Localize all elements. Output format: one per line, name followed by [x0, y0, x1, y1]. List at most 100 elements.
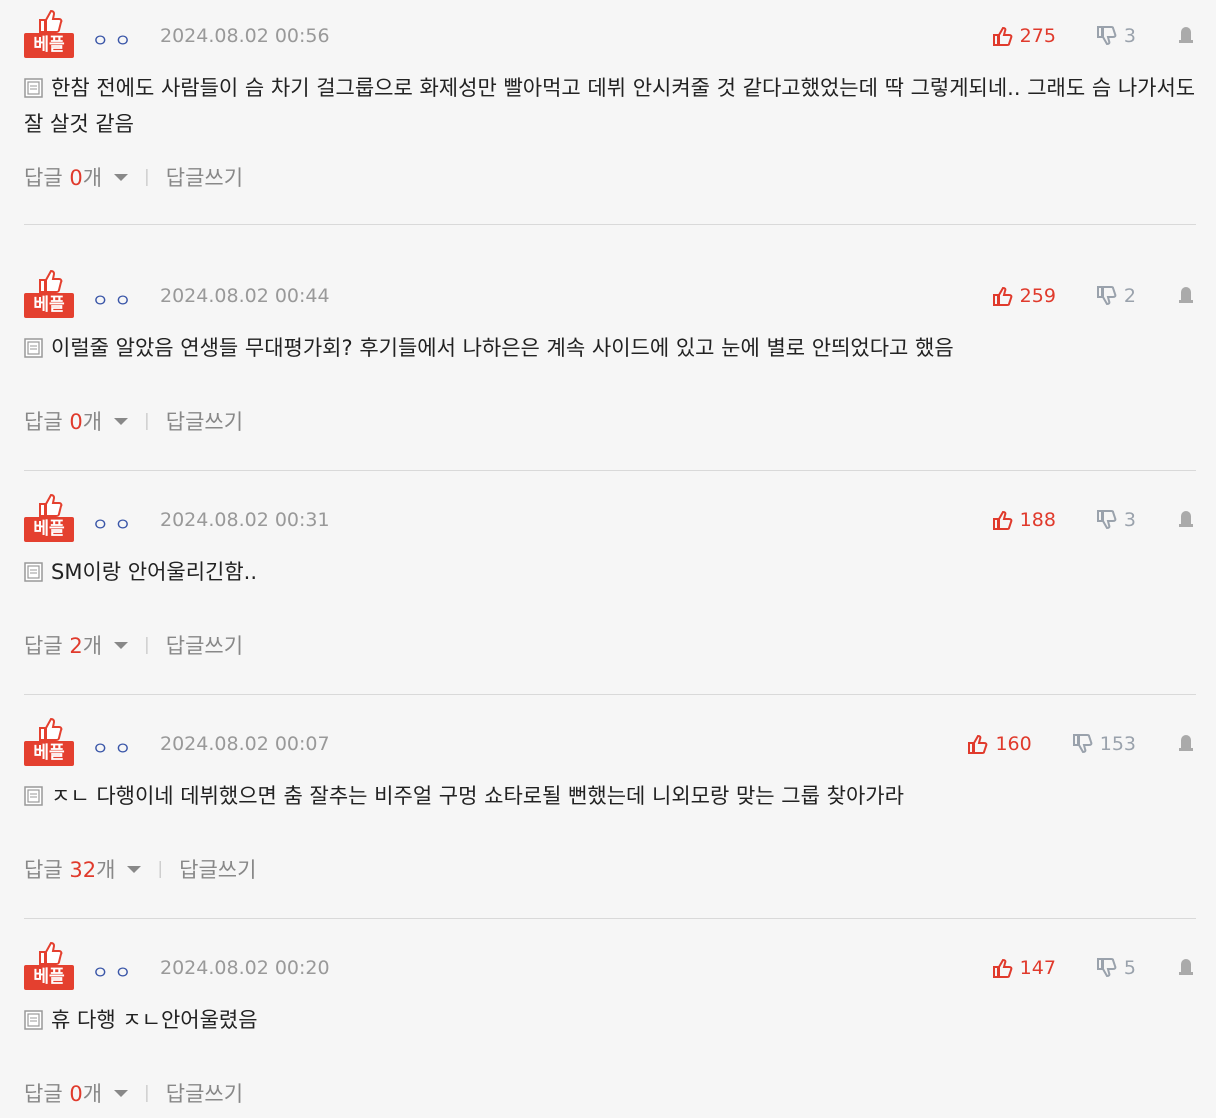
dislike-button[interactable]: 5 — [1096, 957, 1136, 979]
author-name[interactable]: ㅇㅇ — [92, 27, 137, 53]
write-reply-button[interactable]: 답글쓰기 — [166, 630, 243, 660]
reply-toggle[interactable]: 답글 2개 — [24, 630, 102, 660]
reply-bar: 답글 0개 | 답글쓰기 — [24, 406, 243, 436]
thumbs-up-icon — [39, 493, 63, 517]
reply-toggle[interactable]: 답글 0개 — [24, 406, 102, 436]
divider: | — [157, 859, 164, 879]
caret-down-icon[interactable] — [127, 865, 142, 873]
comment-item: 베플 ㅇㅇ 2024.08.02 00:56 275 3 한참 전에도 사람들이… — [24, 0, 1196, 225]
caret-down-icon[interactable] — [114, 417, 129, 425]
comment-text: 이럴줄 알았음 연생들 무대평가회? 후기들에서 나하은은 계속 사이드에 있고… — [51, 336, 954, 360]
write-reply-button[interactable]: 답글쓰기 — [166, 162, 243, 192]
report-icon[interactable] — [1176, 510, 1196, 530]
comment-text: SM이랑 안어울리긴함.. — [51, 560, 258, 584]
thumbs-up-icon — [39, 9, 63, 33]
best-reply-badge: 베플 — [24, 268, 74, 318]
dislike-icon — [1096, 286, 1117, 306]
vote-bar: 160 153 — [967, 732, 1196, 756]
like-count: 275 — [1019, 25, 1056, 47]
like-icon — [992, 510, 1013, 530]
reply-unit: 개 — [82, 1082, 103, 1106]
thumbs-up-icon — [39, 269, 63, 293]
best-reply-badge: 베플 — [24, 8, 74, 58]
comment-date: 2024.08.02 00:31 — [160, 509, 330, 531]
reply-bar: 답글 0개 | 답글쓰기 — [24, 1078, 243, 1108]
report-icon[interactable] — [1176, 286, 1196, 306]
badge-label: 베플 — [24, 741, 74, 766]
like-icon — [968, 734, 988, 754]
reply-unit: 개 — [82, 166, 103, 190]
like-button[interactable]: 188 — [992, 509, 1056, 531]
document-icon — [24, 562, 43, 582]
caret-down-icon[interactable] — [114, 173, 129, 181]
report-icon[interactable] — [1176, 958, 1196, 978]
reply-label: 답글 — [24, 166, 70, 190]
comment-body: SM이랑 안어울리긴함.. — [24, 554, 1196, 590]
dislike-button[interactable]: 3 — [1096, 509, 1136, 531]
like-icon — [992, 286, 1013, 306]
dislike-count: 3 — [1123, 25, 1136, 47]
caret-down-icon[interactable] — [114, 1089, 129, 1097]
author-name[interactable]: ㅇㅇ — [92, 511, 137, 537]
reply-bar: 답글 2개 | 답글쓰기 — [24, 630, 243, 660]
comment-body: 휴 다행 ㅈㄴ안어울렸음 — [24, 1002, 1196, 1038]
comment-date: 2024.08.02 00:20 — [160, 957, 330, 979]
write-reply-button[interactable]: 답글쓰기 — [166, 406, 243, 436]
badge-label: 베플 — [24, 517, 74, 542]
comment-item: 베플 ㅇㅇ 2024.08.02 00:20 147 5 휴 다행 ㅈㄴ안어울렸… — [24, 932, 1196, 1118]
like-count: 188 — [1019, 509, 1056, 531]
comment-item: 베플 ㅇㅇ 2024.08.02 00:44 259 2 이럴줄 알았음 연생들… — [24, 260, 1196, 471]
author-name[interactable]: ㅇㅇ — [92, 735, 137, 761]
vote-bar: 147 5 — [992, 956, 1196, 980]
thumbs-up-icon — [39, 717, 63, 741]
badge-label: 베플 — [24, 293, 74, 318]
report-icon[interactable] — [1176, 26, 1196, 46]
thumbs-up-icon — [39, 941, 63, 965]
reply-unit: 개 — [82, 410, 103, 434]
dislike-button[interactable]: 153 — [1072, 733, 1136, 755]
document-icon — [24, 78, 43, 98]
vote-bar: 259 2 — [992, 284, 1196, 308]
like-icon — [992, 26, 1013, 46]
dislike-button[interactable]: 2 — [1096, 285, 1136, 307]
reply-count: 32 — [69, 858, 97, 882]
author-name[interactable]: ㅇㅇ — [92, 959, 137, 985]
like-icon — [992, 958, 1013, 978]
like-count: 259 — [1019, 285, 1056, 307]
like-button[interactable]: 160 — [967, 733, 1032, 755]
comment-text: ㅈㄴ 다행이네 데뷔했으면 춤 잘추는 비주얼 구멍 쇼타로될 뻔했는데 니외모… — [51, 784, 904, 808]
like-button[interactable]: 259 — [992, 285, 1056, 307]
reply-label: 답글 — [24, 634, 70, 658]
write-reply-button[interactable]: 답글쓰기 — [179, 854, 256, 884]
dislike-button[interactable]: 3 — [1096, 25, 1136, 47]
divider: | — [144, 411, 150, 431]
reply-unit: 개 — [82, 634, 103, 658]
reply-count: 2 — [69, 634, 83, 658]
reply-bar: 답글 0개 | 답글쓰기 — [24, 162, 243, 192]
dislike-icon — [1096, 958, 1117, 978]
badge-label: 베플 — [24, 965, 74, 990]
report-icon[interactable] — [1176, 734, 1196, 754]
comment-list: 베플 ㅇㅇ 2024.08.02 00:56 275 3 한참 전에도 사람들이… — [0, 0, 1216, 1118]
author-name[interactable]: ㅇㅇ — [92, 287, 137, 313]
write-reply-button[interactable]: 답글쓰기 — [166, 1078, 243, 1108]
reply-toggle[interactable]: 답글 0개 — [24, 1078, 102, 1108]
best-reply-badge: 베플 — [24, 716, 74, 766]
reply-toggle[interactable]: 답글 32개 — [24, 854, 115, 884]
reply-toggle[interactable]: 답글 0개 — [24, 162, 102, 192]
vote-bar: 188 3 — [992, 508, 1196, 532]
reply-label: 답글 — [24, 1082, 70, 1106]
dislike-icon — [1096, 510, 1117, 530]
dislike-icon — [1096, 26, 1117, 46]
like-button[interactable]: 147 — [992, 957, 1056, 979]
comment-text: 휴 다행 ㅈㄴ안어울렸음 — [51, 1008, 258, 1032]
caret-down-icon[interactable] — [114, 641, 129, 649]
reply-label: 답글 — [24, 410, 70, 434]
like-button[interactable]: 275 — [992, 25, 1056, 47]
reply-count: 0 — [69, 410, 83, 434]
reply-bar: 답글 32개 | 답글쓰기 — [24, 854, 256, 884]
dislike-count: 153 — [1099, 733, 1136, 755]
comment-text: 한참 전에도 사람들이 슴 차기 걸그룹으로 화제성만 빨아먹고 데뷔 안시켜줄… — [24, 76, 1196, 136]
comment-body: 이럴줄 알았음 연생들 무대평가회? 후기들에서 나하은은 계속 사이드에 있고… — [24, 330, 1196, 366]
divider: | — [144, 635, 150, 655]
